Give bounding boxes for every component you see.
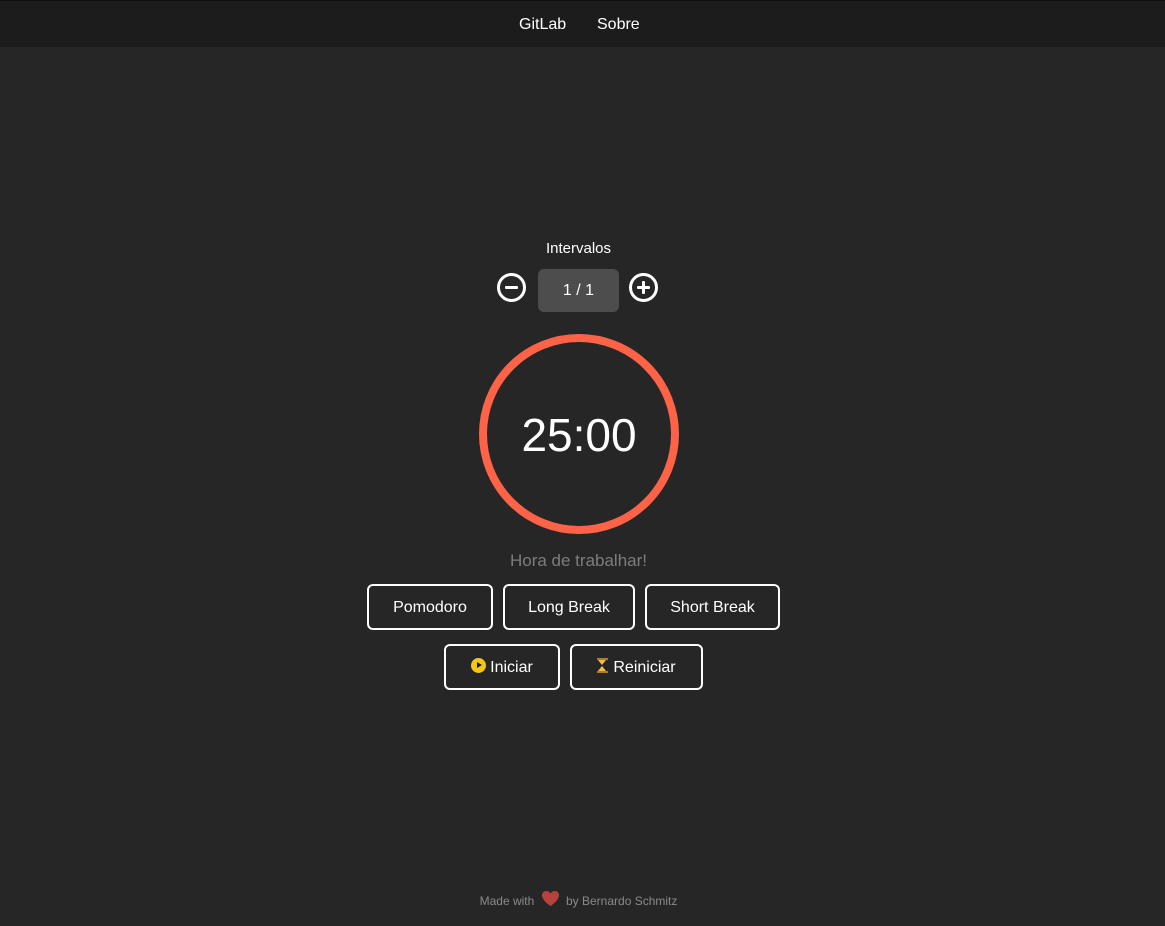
top-nav-bar: GitLab Sobre <box>0 0 1165 47</box>
intervals-value-display: 1 / 1 <box>538 269 619 312</box>
hourglass-icon <box>597 658 609 673</box>
heart-icon <box>541 890 560 913</box>
start-button[interactable]: Iniciar <box>444 644 560 690</box>
intervals-label: Intervalos <box>545 240 612 257</box>
footer-prefix: Made with <box>479 894 535 908</box>
short-break-mode-button[interactable]: Short Break <box>645 584 780 630</box>
timer-status-text: Hora de trabalhar! <box>509 551 648 570</box>
reset-button[interactable]: Reiniciar <box>570 644 703 690</box>
decrement-intervals-button[interactable] <box>497 273 526 302</box>
pomodoro-mode-button[interactable]: Pomodoro <box>367 584 493 630</box>
play-icon <box>471 658 487 673</box>
timer-display: 25:00 <box>521 409 637 461</box>
nav-link-sobre[interactable]: Sobre <box>597 16 640 34</box>
start-button-label: Iniciar <box>490 659 533 676</box>
reset-button-label: Reiniciar <box>613 659 676 676</box>
footer-suffix: by Bernardo Schmitz <box>566 894 678 908</box>
long-break-mode-button[interactable]: Long Break <box>503 584 635 630</box>
increment-intervals-button[interactable] <box>629 273 658 302</box>
footer-credit: Made with by Bernardo Schmitz <box>0 890 1157 913</box>
nav-link-gitlab[interactable]: GitLab <box>519 16 566 34</box>
minus-circle-icon <box>505 286 518 289</box>
